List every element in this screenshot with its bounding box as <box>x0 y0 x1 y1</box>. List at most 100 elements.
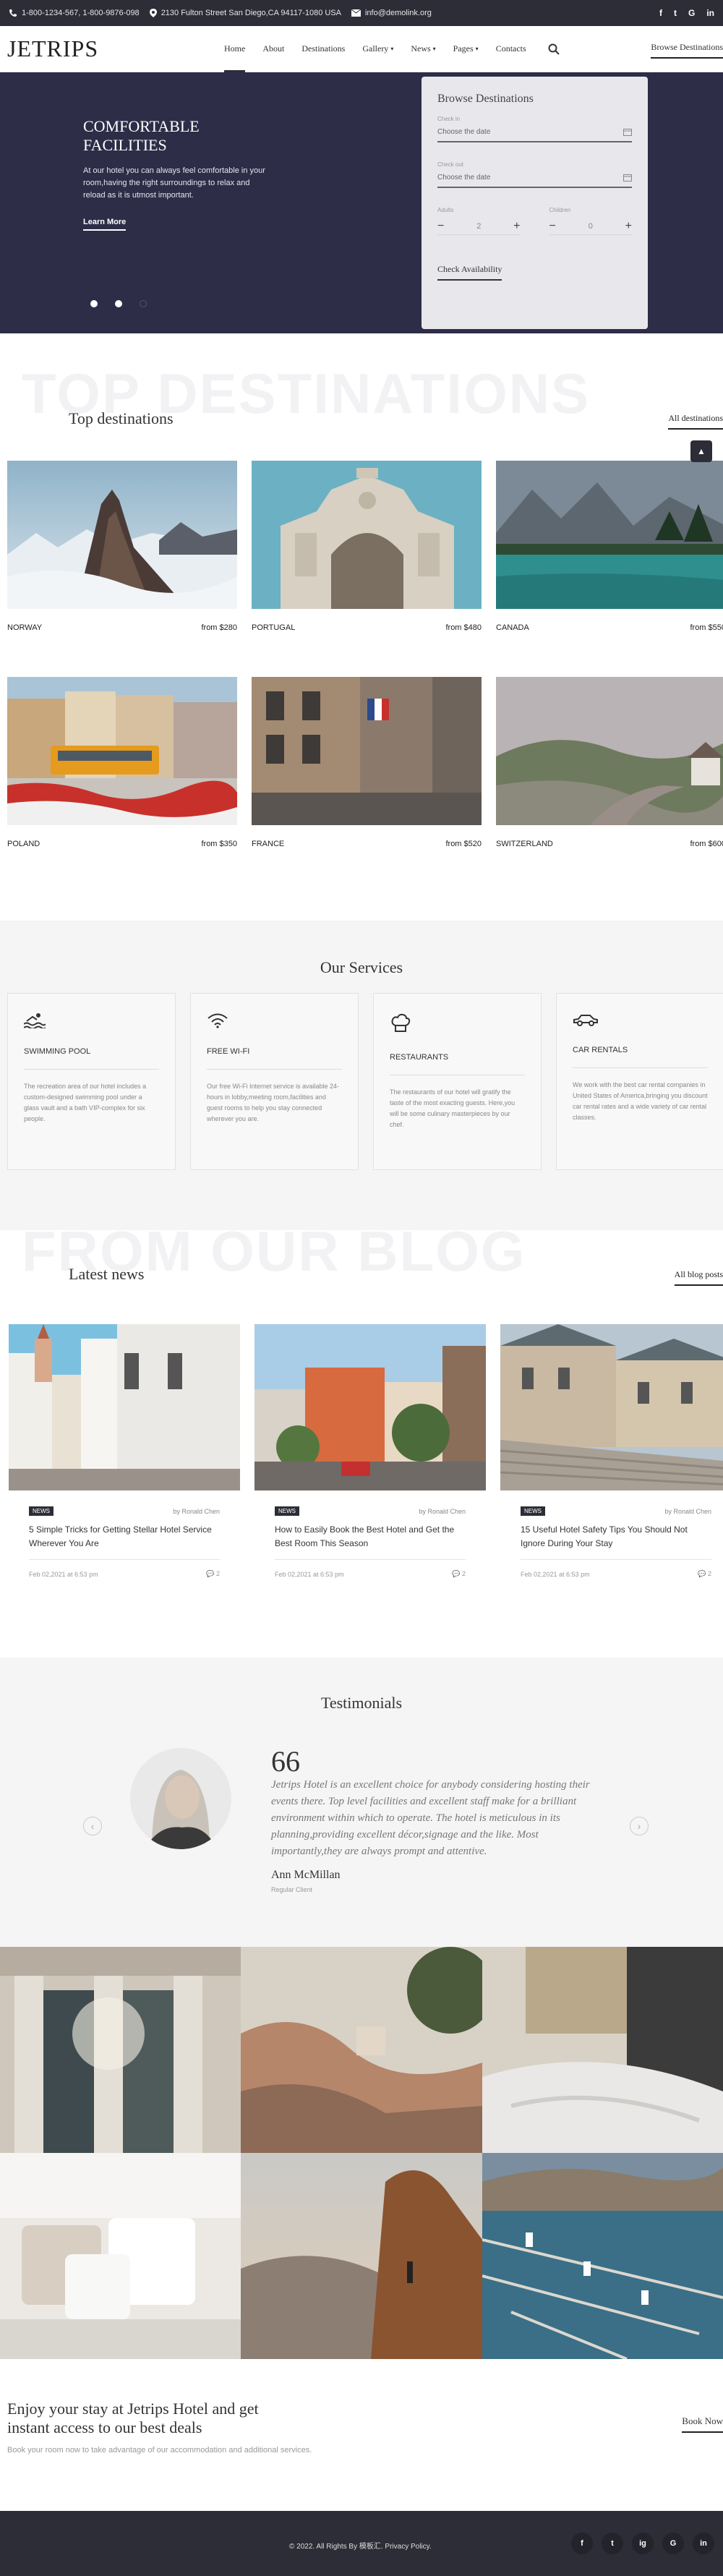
gallery-image[interactable] <box>241 1947 482 2153</box>
service-card-car-rentals[interactable]: CAR RENTALS We work with the best car re… <box>556 993 723 1170</box>
linkedin-icon[interactable]: in <box>693 2533 714 2554</box>
google-icon[interactable]: G <box>662 2533 684 2554</box>
destinations-header: TOP DESTINATIONS Top destinations All de… <box>0 333 723 462</box>
adults-value[interactable]: 2 <box>476 222 481 231</box>
children-plus-button[interactable]: + <box>625 220 632 233</box>
news-footer: Feb 02,2021 at 6:53 pm 💬 2 <box>29 1559 220 1578</box>
news-card[interactable]: NEWS by Ronald Chen 15 Useful Hotel Safet… <box>500 1324 723 1578</box>
gallery-image[interactable] <box>482 2153 723 2359</box>
blog-header: FROM OUR BLOG Latest news All blog posts <box>0 1223 723 1339</box>
address-text: 2130 Fulton Street San Diego,CA 94117-10… <box>161 9 341 17</box>
book-now-button[interactable]: Book Now <box>682 2415 723 2433</box>
news-date: Feb 02,2021 at 6:53 pm <box>275 1570 344 1578</box>
nav-gallery[interactable]: Gallery ▾ <box>362 26 393 72</box>
news-badge[interactable]: NEWS <box>29 1506 54 1516</box>
check-availability-button[interactable]: Check Availability <box>437 264 502 281</box>
news-meta: NEWS by Ronald Chen <box>9 1506 240 1516</box>
footer: © 2022. All Rights By 模板汇. Privacy Polic… <box>0 2511 723 2576</box>
news-image <box>254 1324 486 1490</box>
nav-news[interactable]: News ▾ <box>411 26 435 72</box>
comments-count[interactable]: 💬 2 <box>206 1570 220 1578</box>
destination-card-canada[interactable]: CANADA from $550 <box>496 461 723 632</box>
next-arrow-icon[interactable]: › <box>630 1817 649 1835</box>
linkedin-icon[interactable]: in <box>706 8 714 18</box>
avatar <box>130 1748 231 1849</box>
destination-card-norway[interactable]: NORWAY from $280 <box>7 461 237 632</box>
gallery-image[interactable] <box>0 2153 241 2359</box>
adults-minus-button[interactable]: − <box>437 220 444 233</box>
destination-name: PORTUGAL <box>252 623 296 632</box>
quote-icon: 66 <box>271 1745 300 1778</box>
copyright[interactable]: © 2022. All Rights By 模板汇. Privacy Polic… <box>289 2540 432 2551</box>
facebook-icon[interactable]: f <box>659 8 662 18</box>
browse-destinations-button[interactable]: Browse Destinations <box>651 42 723 59</box>
all-blog-posts-link[interactable]: All blog posts <box>674 1269 723 1286</box>
news-title[interactable]: 5 Simple Tricks for Getting Stellar Hote… <box>9 1516 240 1559</box>
destination-name: FRANCE <box>252 840 285 848</box>
news-image <box>500 1324 723 1490</box>
news-author[interactable]: by Ronald Chen <box>419 1508 466 1515</box>
news-card[interactable]: NEWS by Ronald Chen 5 Simple Tricks for G… <box>9 1324 240 1578</box>
search-icon[interactable] <box>548 43 560 55</box>
destination-name: SWITZERLAND <box>496 840 553 848</box>
adults-col: Adults − 2 + <box>437 207 521 235</box>
news-author[interactable]: by Ronald Chen <box>173 1508 220 1515</box>
chevron-down-icon: ▾ <box>390 46 394 52</box>
switzerland-image <box>496 677 723 825</box>
children-col: Children − 0 + <box>549 207 632 235</box>
service-card-restaurants[interactable]: RESTAURANTS The restaurants of our hotel… <box>373 993 542 1170</box>
facebook-icon[interactable]: f <box>571 2533 593 2554</box>
hero-description: At our hotel you can always feel comfort… <box>83 166 265 200</box>
instagram-icon[interactable]: ig <box>632 2533 654 2554</box>
gallery-image[interactable] <box>241 2153 482 2359</box>
learn-more-button[interactable]: Learn More <box>83 218 127 231</box>
destination-price: from $600 <box>690 840 723 848</box>
comments-value: 2 <box>215 1570 220 1577</box>
destination-card-poland[interactable]: POLAND from $350 <box>7 677 237 848</box>
news-card[interactable]: NEWS by Ronald Chen How to Easily Book th… <box>254 1324 486 1578</box>
slider-dot-3[interactable] <box>140 300 147 307</box>
twitter-icon[interactable]: t <box>674 8 677 18</box>
gallery-image[interactable] <box>0 1947 241 2153</box>
checkin-field[interactable]: Choose the date <box>437 122 632 142</box>
destination-price: from $480 <box>445 623 482 632</box>
email-contact[interactable]: info@demolink.org <box>351 9 432 17</box>
news-badge[interactable]: NEWS <box>275 1506 299 1516</box>
news-author[interactable]: by Ronald Chen <box>664 1508 711 1515</box>
google-icon[interactable]: G <box>688 8 695 18</box>
comments-count[interactable]: 💬 2 <box>452 1570 466 1578</box>
booking-title: Browse Destinations <box>437 93 534 105</box>
all-destinations-link[interactable]: All destinations <box>668 413 723 430</box>
children-minus-button[interactable]: − <box>549 220 556 233</box>
news-title[interactable]: How to Easily Book the Best Hotel and Ge… <box>254 1516 486 1559</box>
service-card-wifi[interactable]: FREE WI-FI Our free Wi-Fi Internet servi… <box>190 993 359 1170</box>
service-card-pool[interactable]: SWIMMING POOL The recreation area of our… <box>7 993 176 1170</box>
comments-value: 2 <box>707 1570 711 1577</box>
gallery-image[interactable] <box>482 1947 723 2153</box>
nav-pages[interactable]: Pages ▾ <box>453 26 479 72</box>
adults-plus-button[interactable]: + <box>513 220 520 233</box>
destination-card-portugal[interactable]: PORTUGAL from $480 <box>252 461 482 632</box>
nav-contacts[interactable]: Contacts <box>496 26 526 72</box>
comments-count[interactable]: 💬 2 <box>698 1570 711 1578</box>
nav-about[interactable]: About <box>262 26 284 72</box>
car-icon <box>573 1015 598 1026</box>
destination-card-switzerland[interactable]: SWITZERLAND from $600 <box>496 677 723 848</box>
phone-contact[interactable]: 1-800-1234-567, 1-800-9876-098 <box>9 9 140 17</box>
news-date: Feb 02,2021 at 6:53 pm <box>521 1570 590 1578</box>
destination-card-france[interactable]: FRANCE from $520 <box>252 677 482 848</box>
nav-home[interactable]: Home <box>224 26 246 72</box>
slider-dot-2[interactable] <box>115 300 122 307</box>
checkout-field[interactable]: Choose the date <box>437 168 632 188</box>
slider-dot-1[interactable] <box>90 300 98 307</box>
prev-arrow-icon[interactable]: ‹ <box>83 1817 102 1835</box>
twitter-icon[interactable]: t <box>602 2533 623 2554</box>
news-badge[interactable]: NEWS <box>521 1506 545 1516</box>
testimonial-author: Ann McMillan <box>271 1869 341 1881</box>
news-title[interactable]: 15 Useful Hotel Safety Tips You Should N… <box>500 1516 723 1559</box>
scroll-to-top-button[interactable]: ▲ <box>690 440 712 462</box>
destinations-title: Top destinations <box>69 409 174 427</box>
nav-destinations[interactable]: Destinations <box>301 26 345 72</box>
children-value[interactable]: 0 <box>589 222 593 231</box>
logo[interactable]: JETRIPS <box>7 35 224 62</box>
